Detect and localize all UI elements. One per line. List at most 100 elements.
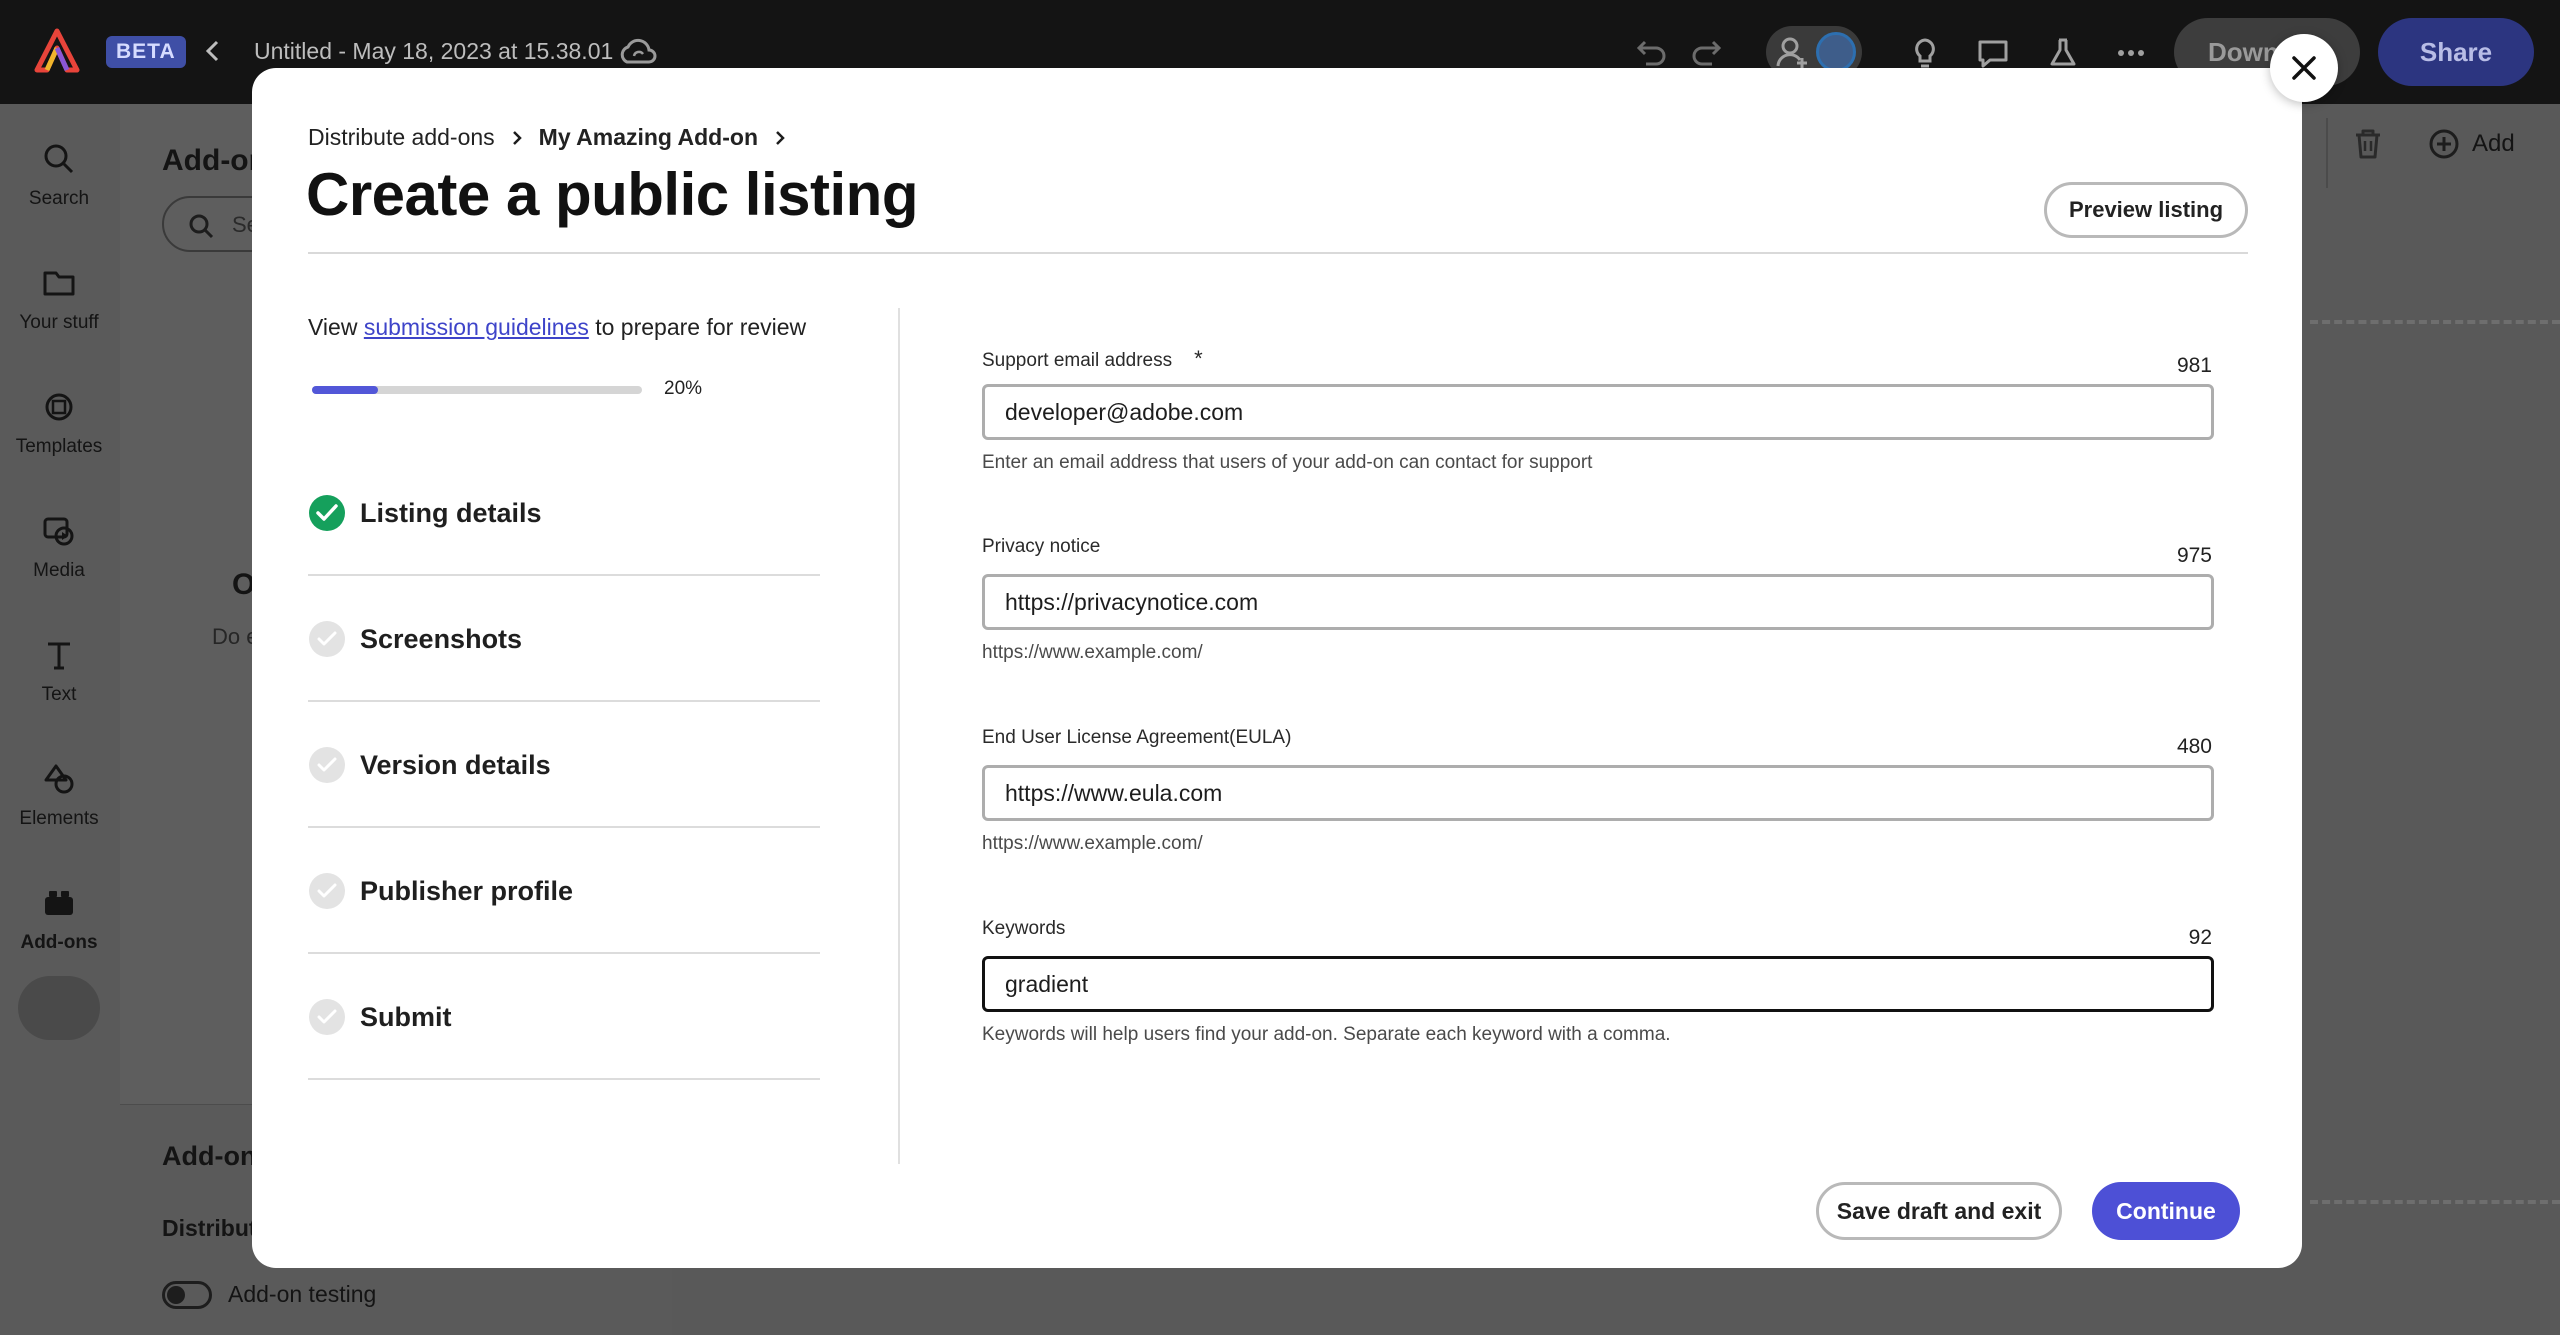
chevron-left-icon[interactable] — [198, 36, 228, 66]
close-dialog-button[interactable] — [2270, 34, 2338, 102]
progress-bar — [312, 386, 642, 394]
character-count: 92 — [2188, 926, 2212, 949]
field-help-text: https://www.example.com/ — [982, 833, 1203, 854]
templates-icon — [45, 393, 73, 421]
rail-item-text[interactable]: Text — [0, 636, 118, 706]
undo-icon[interactable] — [1630, 34, 1668, 72]
toolbar-divider — [2326, 118, 2328, 188]
rail-item-add-ons[interactable]: Add-ons — [0, 884, 118, 954]
rail-label: Search — [28, 188, 90, 209]
close-icon — [2292, 56, 2316, 80]
text-icon — [48, 642, 70, 670]
rail-item-search[interactable]: Search — [0, 140, 118, 210]
add-circle-icon[interactable] — [2424, 124, 2464, 164]
keywords-label: Keywords — [982, 918, 1066, 939]
character-count: 480 — [2176, 735, 2212, 758]
beta-badge: BETA — [106, 36, 186, 68]
share-button[interactable]: Share — [2378, 18, 2534, 86]
chevron-right-icon — [776, 130, 785, 145]
progress-bar-fill — [312, 386, 378, 394]
guidelines-text: View submission guidelines to prepare fo… — [308, 314, 806, 341]
required-marker: * — [1194, 346, 1203, 371]
redo-icon[interactable] — [1690, 34, 1728, 72]
footer-subtitle: Distribut — [162, 1215, 257, 1241]
step-submit[interactable]: Submit — [308, 954, 820, 1080]
chevron-right-icon — [512, 130, 522, 145]
breadcrumb-distribute-add-ons[interactable]: Distribute add-ons — [308, 124, 495, 151]
folder-icon — [43, 271, 75, 296]
character-count: 975 — [2176, 544, 2212, 567]
flask-icon[interactable] — [2044, 34, 2082, 72]
more-icon[interactable] — [2112, 34, 2150, 72]
avatar[interactable] — [1816, 32, 1856, 72]
media-icon — [43, 517, 74, 546]
field-help-text: https://www.example.com/ — [982, 642, 1203, 663]
field-help-text: Keywords will help users find your add-o… — [982, 1024, 1671, 1045]
step-label: Publisher profile — [360, 876, 574, 906]
rail-label: Elements — [19, 808, 99, 829]
rail-label: Text — [41, 684, 77, 705]
rail-item-templates[interactable]: Templates — [0, 388, 118, 458]
step-listing-details[interactable]: Listing details — [308, 450, 820, 576]
page-title: Create a public listing — [306, 161, 918, 228]
progress-percent: 20% — [664, 378, 703, 399]
eula-label: End User License Agreement(EULA) — [982, 727, 1292, 748]
document-title[interactable]: Untitled - May 18, 2023 at 15.38.01 — [254, 38, 613, 65]
comment-icon[interactable] — [1974, 34, 2012, 72]
rail-item-elements[interactable]: Elements — [0, 760, 118, 830]
adobe-express-logo[interactable] — [34, 28, 80, 74]
guidelines-suffix: to prepare for review — [588, 314, 807, 340]
column-divider — [898, 308, 900, 1164]
character-count: 981 — [2176, 354, 2212, 377]
breadcrumb: Distribute add-ons My Amazing Add-on — [308, 124, 802, 151]
keywords-input[interactable] — [982, 956, 2214, 1012]
search-icon — [189, 214, 214, 239]
cloud-sync-icon[interactable] — [617, 34, 659, 70]
eula-input[interactable] — [982, 765, 2214, 821]
step-screenshots[interactable]: Screenshots — [308, 576, 820, 702]
header-divider — [308, 252, 2248, 254]
continue-button[interactable]: Continue — [2092, 1182, 2240, 1240]
trash-icon[interactable] — [2348, 124, 2388, 164]
invite-user-icon[interactable] — [1772, 32, 1812, 72]
field-label: Support email address * — [982, 346, 1203, 372]
step-label: Listing details — [360, 498, 542, 528]
check-circle-outline-icon — [309, 873, 345, 909]
rail-active-highlight — [18, 976, 100, 1040]
rail-item-media[interactable]: Media — [0, 512, 118, 582]
rail-item-your-stuff[interactable]: Your stuff — [0, 264, 118, 334]
breadcrumb-current-add-on[interactable]: My Amazing Add-on — [539, 124, 758, 151]
rail-label: Media — [33, 560, 85, 581]
privacy-notice-input[interactable] — [982, 574, 2214, 630]
step-label: Version details — [360, 750, 551, 780]
step-publisher-profile[interactable]: Publisher profile — [308, 828, 820, 954]
field-help-text: Enter an email address that users of you… — [982, 452, 1593, 473]
rail-label: Add-ons — [20, 932, 98, 953]
preview-listing-button[interactable]: Preview listing — [2044, 182, 2248, 238]
elements-icon — [44, 764, 74, 794]
support-email-label: Support email address — [982, 350, 1173, 371]
step-version-details[interactable]: Version details — [308, 702, 820, 828]
support-email-input[interactable] — [982, 384, 2214, 440]
rail-label: Templates — [15, 436, 103, 457]
check-circle-icon — [309, 495, 345, 531]
lightbulb-icon[interactable] — [1906, 34, 1944, 72]
addon-testing-toggle[interactable] — [162, 1281, 212, 1309]
check-circle-outline-icon — [309, 999, 345, 1035]
submission-guidelines-link[interactable]: submission guidelines — [364, 314, 589, 340]
save-draft-button[interactable]: Save draft and exit — [1816, 1182, 2062, 1240]
step-label: Screenshots — [360, 624, 523, 654]
add-page-button[interactable]: Add — [2472, 130, 2515, 158]
privacy-notice-label: Privacy notice — [982, 536, 1101, 557]
rail-label: Your stuff — [19, 312, 99, 333]
guidelines-prefix: View — [308, 314, 364, 340]
check-circle-outline-icon — [309, 621, 345, 657]
page-guide-line — [2310, 1200, 2560, 1204]
check-circle-outline-icon — [309, 747, 345, 783]
addon-testing-label: Add-on testing — [228, 1281, 377, 1307]
create-listing-dialog: Distribute add-ons My Amazing Add-on Cre… — [252, 68, 2302, 1268]
search-icon — [44, 144, 74, 174]
addons-icon — [45, 891, 73, 915]
left-rail: Search Your stuff Templates Media Text E… — [0, 104, 120, 1335]
footer-title: Add-on — [162, 1141, 257, 1171]
